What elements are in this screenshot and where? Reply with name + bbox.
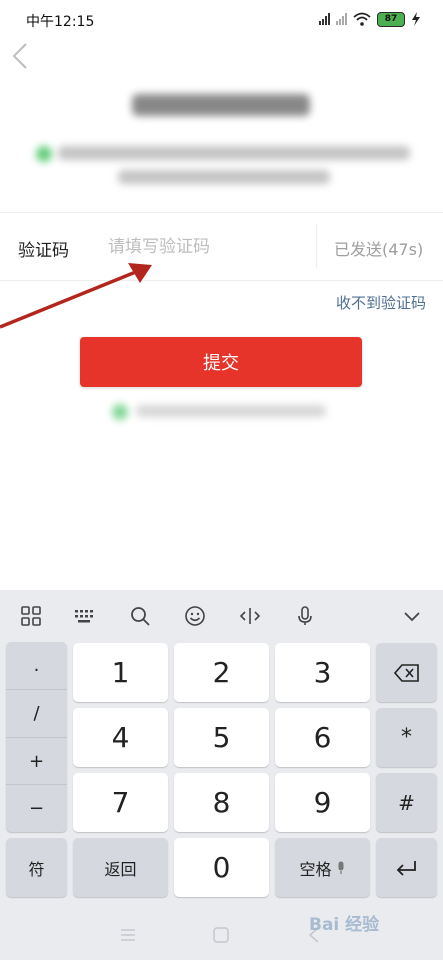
enter-key[interactable] (376, 838, 437, 897)
key-2[interactable]: 2 (174, 643, 269, 702)
cursor-move-icon[interactable] (238, 604, 262, 628)
keyboard-toolbar (0, 590, 443, 642)
no-code-link[interactable]: 收不到验证码 (336, 292, 426, 313)
watermark-text: Bai 经验 (309, 915, 380, 935)
wifi-icon (353, 12, 371, 26)
status-icons: 87 (319, 10, 421, 28)
resend-countdown: 已发送(47s) (334, 240, 424, 259)
menu-icon[interactable] (120, 928, 136, 942)
return-key[interactable]: 返回 (73, 838, 168, 897)
backspace-key[interactable] (376, 643, 437, 702)
key-3[interactable]: 3 (275, 643, 370, 702)
symbol-key-plus[interactable]: + (6, 738, 67, 785)
divider (316, 224, 317, 268)
back-button[interactable] (6, 40, 34, 72)
charging-icon (412, 12, 420, 26)
symbol-key-slash[interactable]: / (6, 690, 67, 737)
key-1[interactable]: 1 (73, 643, 168, 702)
space-label: 空格 (299, 859, 332, 879)
emoji-icon[interactable] (183, 604, 207, 628)
signal-icon (336, 13, 347, 25)
baidu-watermark: Bai 经验 (309, 904, 421, 938)
hd-signal-icon (319, 13, 330, 25)
home-icon[interactable] (213, 927, 229, 943)
key-0[interactable]: 0 (174, 838, 269, 897)
backspace-icon (393, 663, 419, 682)
key-6[interactable]: 6 (275, 708, 370, 767)
keyboard-icon[interactable] (73, 604, 97, 628)
key-7[interactable]: 7 (73, 773, 168, 832)
microphone-icon (338, 861, 343, 874)
microphone-icon[interactable] (293, 604, 317, 628)
chevron-down-icon[interactable] (400, 604, 424, 628)
key-5[interactable]: 5 (174, 708, 269, 767)
grid-menu-icon[interactable] (19, 604, 43, 628)
status-bar: 中午12:15 87 (0, 0, 443, 40)
key-9[interactable]: 9 (275, 773, 370, 832)
arrow-annotation (0, 263, 152, 329)
blurred-status-icon (36, 146, 52, 162)
star-key[interactable]: * (376, 708, 437, 767)
space-key[interactable]: 空格 (275, 838, 370, 897)
status-time: 中午12:15 (26, 14, 95, 30)
key-4[interactable]: 4 (73, 708, 168, 767)
chevron-left-icon (12, 43, 27, 69)
blurred-check-icon (112, 404, 128, 420)
blurred-title (132, 94, 310, 116)
blurred-agreement-text (136, 405, 326, 417)
hash-key[interactable]: # (376, 773, 437, 832)
symbol-key-dot[interactable]: . (6, 642, 67, 689)
battery-icon: 87 (377, 11, 405, 27)
blurred-description (58, 146, 410, 160)
symbol-key-minus[interactable]: − (6, 785, 67, 832)
divider (0, 212, 443, 213)
key-8[interactable]: 8 (174, 773, 269, 832)
submit-button[interactable]: 提交 (80, 337, 362, 387)
enter-icon (396, 860, 416, 876)
blurred-description (118, 170, 330, 184)
search-icon[interactable] (128, 604, 152, 628)
symbols-key[interactable]: 符 (6, 838, 67, 897)
symbol-column: . / + − (6, 642, 67, 832)
